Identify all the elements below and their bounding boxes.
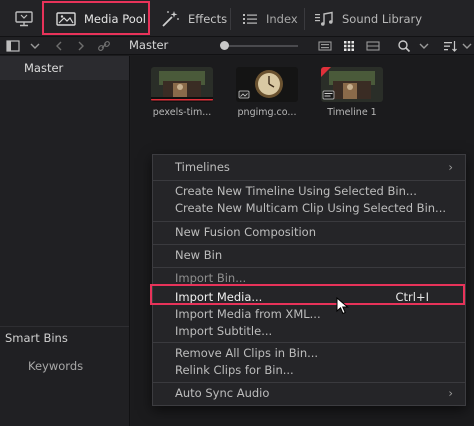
clip-thumbnail — [151, 67, 213, 102]
metadata-view-icon — [318, 41, 332, 51]
panel-toggle-button[interactable] — [4, 37, 22, 55]
music-note-icon — [315, 11, 333, 26]
index-label: Index — [266, 11, 298, 26]
bin-item-label: Master — [24, 61, 64, 75]
chevron-right-icon — [78, 41, 84, 51]
mouse-cursor-icon — [336, 297, 349, 315]
grid-icon — [344, 41, 354, 51]
context-menu: Timelines › Create New Timeline Using Se… — [152, 154, 466, 406]
thumbnail-view-button[interactable] — [340, 37, 358, 55]
clip-label: Timeline 1 — [327, 107, 377, 118]
menu-divider — [153, 267, 465, 268]
sound-library-label: Sound Library — [342, 11, 423, 26]
menu-item-label: Import Bin... — [175, 271, 247, 285]
search-button[interactable] — [396, 37, 412, 55]
current-bin-title: Master — [129, 38, 169, 52]
link-icon — [98, 41, 110, 51]
toolbar-divider — [304, 8, 305, 30]
clip-item[interactable]: pexels-tim... — [151, 67, 213, 118]
menu-item-import-subtitle[interactable]: Import Subtitle... — [153, 324, 465, 341]
menu-item-import-media-xml[interactable]: Import Media from XML... — [153, 307, 465, 324]
metadata-view-button[interactable] — [316, 37, 334, 55]
sort-icon — [444, 41, 457, 52]
divider — [0, 326, 129, 327]
list-icon — [243, 13, 257, 24]
media-pool-highlight — [42, 1, 150, 35]
chevron-right-icon: › — [448, 160, 453, 174]
menu-item-new-fusion-composition[interactable]: New Fusion Composition — [153, 225, 465, 242]
menu-item-label: New Bin — [175, 248, 223, 262]
chevron-down-icon — [30, 43, 40, 49]
bin-list-panel: Master Smart Bins Keywords — [0, 56, 130, 426]
menu-divider — [153, 180, 465, 181]
magic-wand-icon — [162, 10, 179, 27]
top-toolbar: Media Pool Effects Index Sound Library — [0, 0, 474, 37]
list-view-button[interactable] — [364, 37, 382, 55]
sidebar-icon — [6, 40, 20, 52]
menu-item-label: Relink Clips for Bin... — [175, 363, 294, 377]
chevron-down-icon — [419, 43, 429, 49]
media-pool-header: Master — [0, 37, 474, 55]
menu-item-create-multicam-clip[interactable]: Create New Multicam Clip Using Selected … — [153, 201, 465, 218]
clip-label: pexels-tim... — [152, 107, 212, 118]
search-options-button[interactable] — [418, 37, 430, 55]
chevron-left-icon — [56, 41, 62, 51]
menu-item-label: New Fusion Composition — [175, 225, 316, 239]
menu-item-label: Create New Timeline Using Selected Bin..… — [175, 184, 417, 198]
menu-item-create-new-timeline[interactable]: Create New Timeline Using Selected Bin..… — [153, 184, 465, 201]
smart-bin-keywords[interactable]: Keywords — [28, 359, 83, 373]
menu-item-label: Import Subtitle... — [175, 324, 273, 338]
menu-divider — [153, 382, 465, 383]
sort-options-button[interactable] — [462, 37, 472, 55]
import-media-highlight — [150, 284, 465, 305]
menu-item-label: Create New Multicam Clip Using Selected … — [175, 201, 447, 215]
effects-tab[interactable]: Effects — [160, 0, 227, 37]
menu-divider — [153, 342, 465, 343]
menu-item-remove-all-clips[interactable]: Remove All Clips in Bin... — [153, 346, 465, 363]
slider-handle[interactable] — [220, 41, 229, 50]
monitor-icon — [15, 10, 33, 26]
layout-toggle-button[interactable] — [14, 0, 34, 37]
forward-button[interactable] — [74, 37, 88, 55]
back-button[interactable] — [52, 37, 66, 55]
sound-library-tab[interactable]: Sound Library — [314, 0, 422, 37]
link-button[interactable] — [96, 37, 112, 55]
menu-item-new-bin[interactable]: New Bin — [153, 248, 465, 265]
clip-thumbnail — [236, 67, 298, 102]
clip-label: pngimg.co... — [237, 107, 297, 118]
menu-item-relink-clips[interactable]: Relink Clips for Bin... — [153, 363, 465, 380]
bin-item-master[interactable]: Master — [0, 56, 129, 80]
clip-item[interactable]: Timeline 1 — [321, 67, 383, 118]
effects-label: Effects — [188, 11, 228, 26]
clip-item[interactable]: pngimg.co... — [236, 67, 298, 118]
menu-item-label: Import Media from XML... — [175, 307, 321, 321]
search-icon — [398, 40, 411, 53]
list-view-icon — [366, 41, 380, 51]
menu-item-label: Timelines — [175, 160, 230, 174]
index-tab[interactable]: Index — [242, 0, 298, 37]
clip-thumbnail — [321, 67, 383, 102]
smart-bins-header[interactable]: Smart Bins — [5, 331, 68, 345]
chevron-right-icon: › — [448, 386, 453, 400]
toolbar-divider — [230, 8, 231, 30]
menu-item-auto-sync-audio[interactable]: Auto Sync Audio › — [153, 386, 465, 403]
menu-item-label: Auto Sync Audio — [175, 386, 270, 400]
menu-item-timelines[interactable]: Timelines › — [153, 160, 465, 177]
panel-options-button[interactable] — [28, 37, 42, 55]
thumbnail-size-slider[interactable] — [226, 45, 298, 47]
menu-divider — [153, 221, 465, 222]
chevron-down-icon — [462, 43, 472, 49]
menu-item-label: Remove All Clips in Bin... — [175, 346, 319, 360]
sort-button[interactable] — [442, 37, 458, 55]
menu-divider — [153, 244, 465, 245]
